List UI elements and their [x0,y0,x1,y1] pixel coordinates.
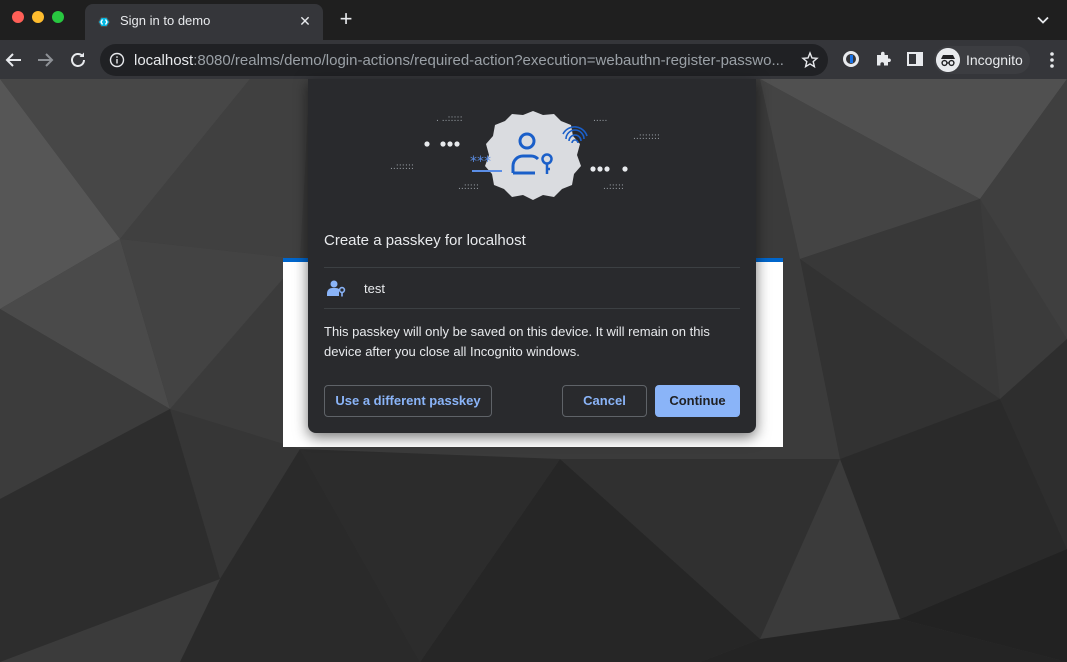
maximize-window-button[interactable] [52,11,64,23]
url-text: localhost:8080/realms/demo/login-actions… [134,52,794,69]
svg-text:..::::::: ..:::::: [390,162,414,172]
keycloak-favicon-icon [98,17,110,27]
password-manager-icon[interactable] [841,49,861,69]
reload-icon[interactable] [67,49,89,71]
continue-button[interactable]: Continue [655,385,740,417]
address-bar[interactable]: localhost:8080/realms/demo/login-actions… [100,44,828,76]
tab-title: Sign in to demo [120,13,211,28]
tab-strip: Sign in to demo ✕ + [0,0,1067,40]
use-different-passkey-button[interactable]: Use a different passkey [324,385,492,417]
bookmark-star-icon[interactable] [801,51,819,69]
divider [324,308,740,309]
close-tab-icon[interactable]: ✕ [296,12,314,30]
svg-text:. ..:::::: . ..::::: [436,114,463,124]
passkey-account-icon [327,280,346,297]
site-info-icon[interactable] [109,52,125,68]
url-path: :8080/realms/demo/login-actions/required… [193,52,784,69]
url-host: localhost [134,52,194,69]
passkey-dialog: *** . ..::::: ..:::::: ..::::: ..... ..:… [308,79,756,433]
close-window-button[interactable] [12,11,24,23]
back-arrow-icon[interactable] [3,49,25,71]
incognito-icon [936,48,960,72]
side-panel-icon[interactable] [905,49,925,69]
browser-toolbar: localhost:8080/realms/demo/login-actions… [0,40,1067,79]
incognito-profile-button[interactable]: Incognito [934,46,1030,74]
passkey-illustration: *** . ..::::: ..:::::: ..::::: ..... ..:… [390,111,660,200]
svg-text:..:::::: ..::::: [458,182,479,192]
browser-tab[interactable]: Sign in to demo ✕ [85,4,323,40]
dialog-description: This passkey will only be saved on this … [324,324,710,359]
divider [324,267,740,268]
account-name: test [364,281,385,296]
dialog-title: Create a passkey for localhost [324,232,526,249]
svg-text:***: *** [470,154,491,170]
svg-text:..:::::::: ..::::::: [633,132,660,142]
incognito-label: Incognito [966,52,1023,68]
cancel-button[interactable]: Cancel [562,385,647,417]
extensions-puzzle-icon[interactable] [873,49,893,69]
svg-text:.....: ..... [593,114,607,124]
new-tab-button[interactable]: + [335,8,357,31]
minimize-window-button[interactable] [32,11,44,23]
forward-arrow-icon[interactable] [34,49,56,71]
svg-text:..:::::: ..::::: [603,182,624,192]
more-menu-icon[interactable] [1043,50,1061,70]
chevron-down-icon[interactable] [1033,10,1053,30]
